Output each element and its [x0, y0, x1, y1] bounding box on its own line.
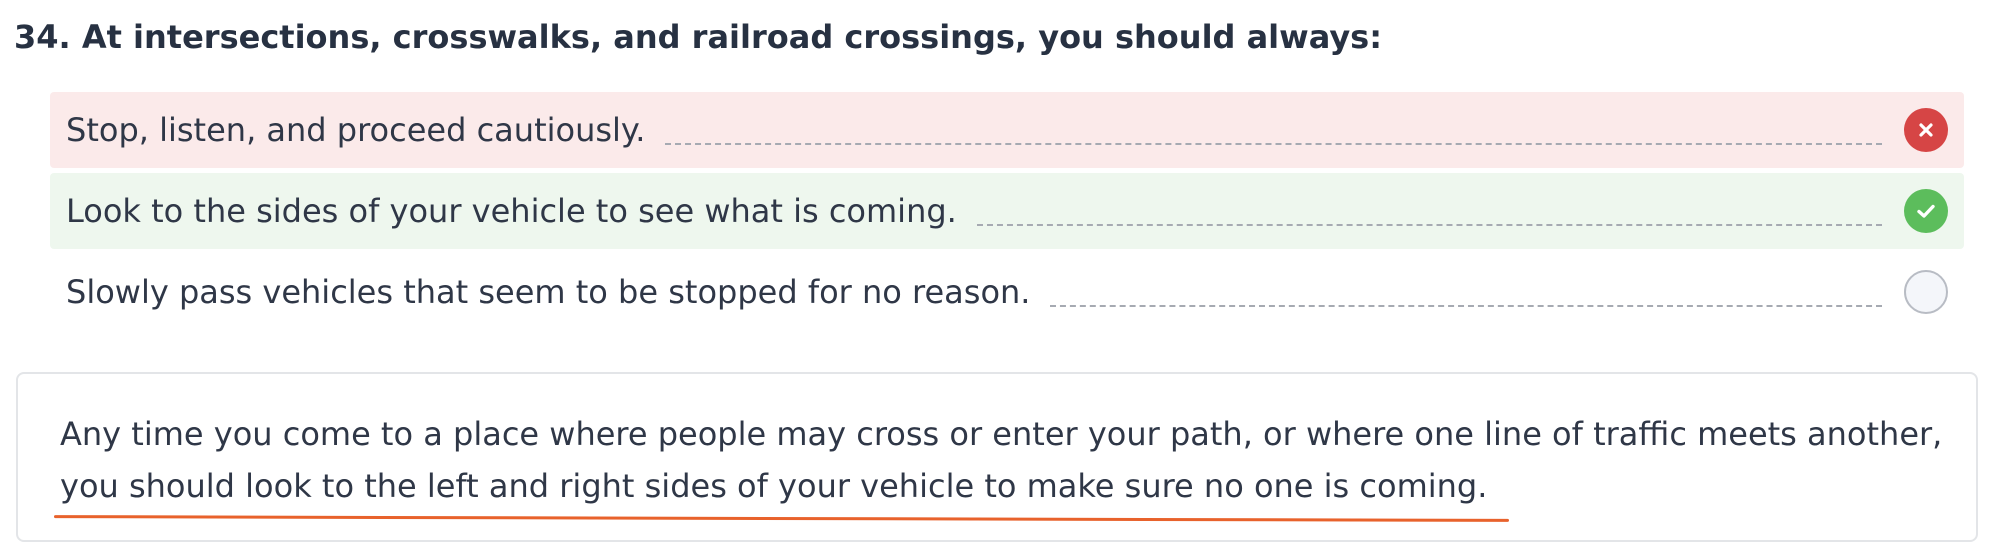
check-icon — [1904, 189, 1948, 233]
x-icon — [1904, 108, 1948, 152]
answer-option-2[interactable]: Look to the sides of your vehicle to see… — [50, 173, 1964, 249]
dotted-leader — [1050, 305, 1882, 307]
answer-text: Look to the sides of your vehicle to see… — [66, 192, 957, 230]
explanation-line-2: you should look to the left and right si… — [60, 460, 1936, 514]
explanation-line-1: Any time you come to a place where peopl… — [60, 415, 1943, 453]
question-title: 34. At intersections, crosswalks, and ra… — [14, 18, 1383, 56]
highlighted-answer-text: you should look to the left and right si… — [60, 460, 1487, 514]
answer-option-3[interactable]: Slowly pass vehicles that seem to be sto… — [50, 254, 1964, 330]
explanation-panel: Any time you come to a place where peopl… — [16, 372, 1978, 542]
answer-text: Slowly pass vehicles that seem to be sto… — [66, 273, 1031, 311]
answer-list: Stop, listen, and proceed cautiously. Lo… — [50, 92, 1964, 335]
empty-circle-icon — [1904, 270, 1948, 314]
answer-text: Stop, listen, and proceed cautiously. — [66, 111, 646, 149]
dotted-leader — [665, 143, 1882, 145]
dotted-leader — [976, 224, 1882, 226]
answer-option-1[interactable]: Stop, listen, and proceed cautiously. — [50, 92, 1964, 168]
